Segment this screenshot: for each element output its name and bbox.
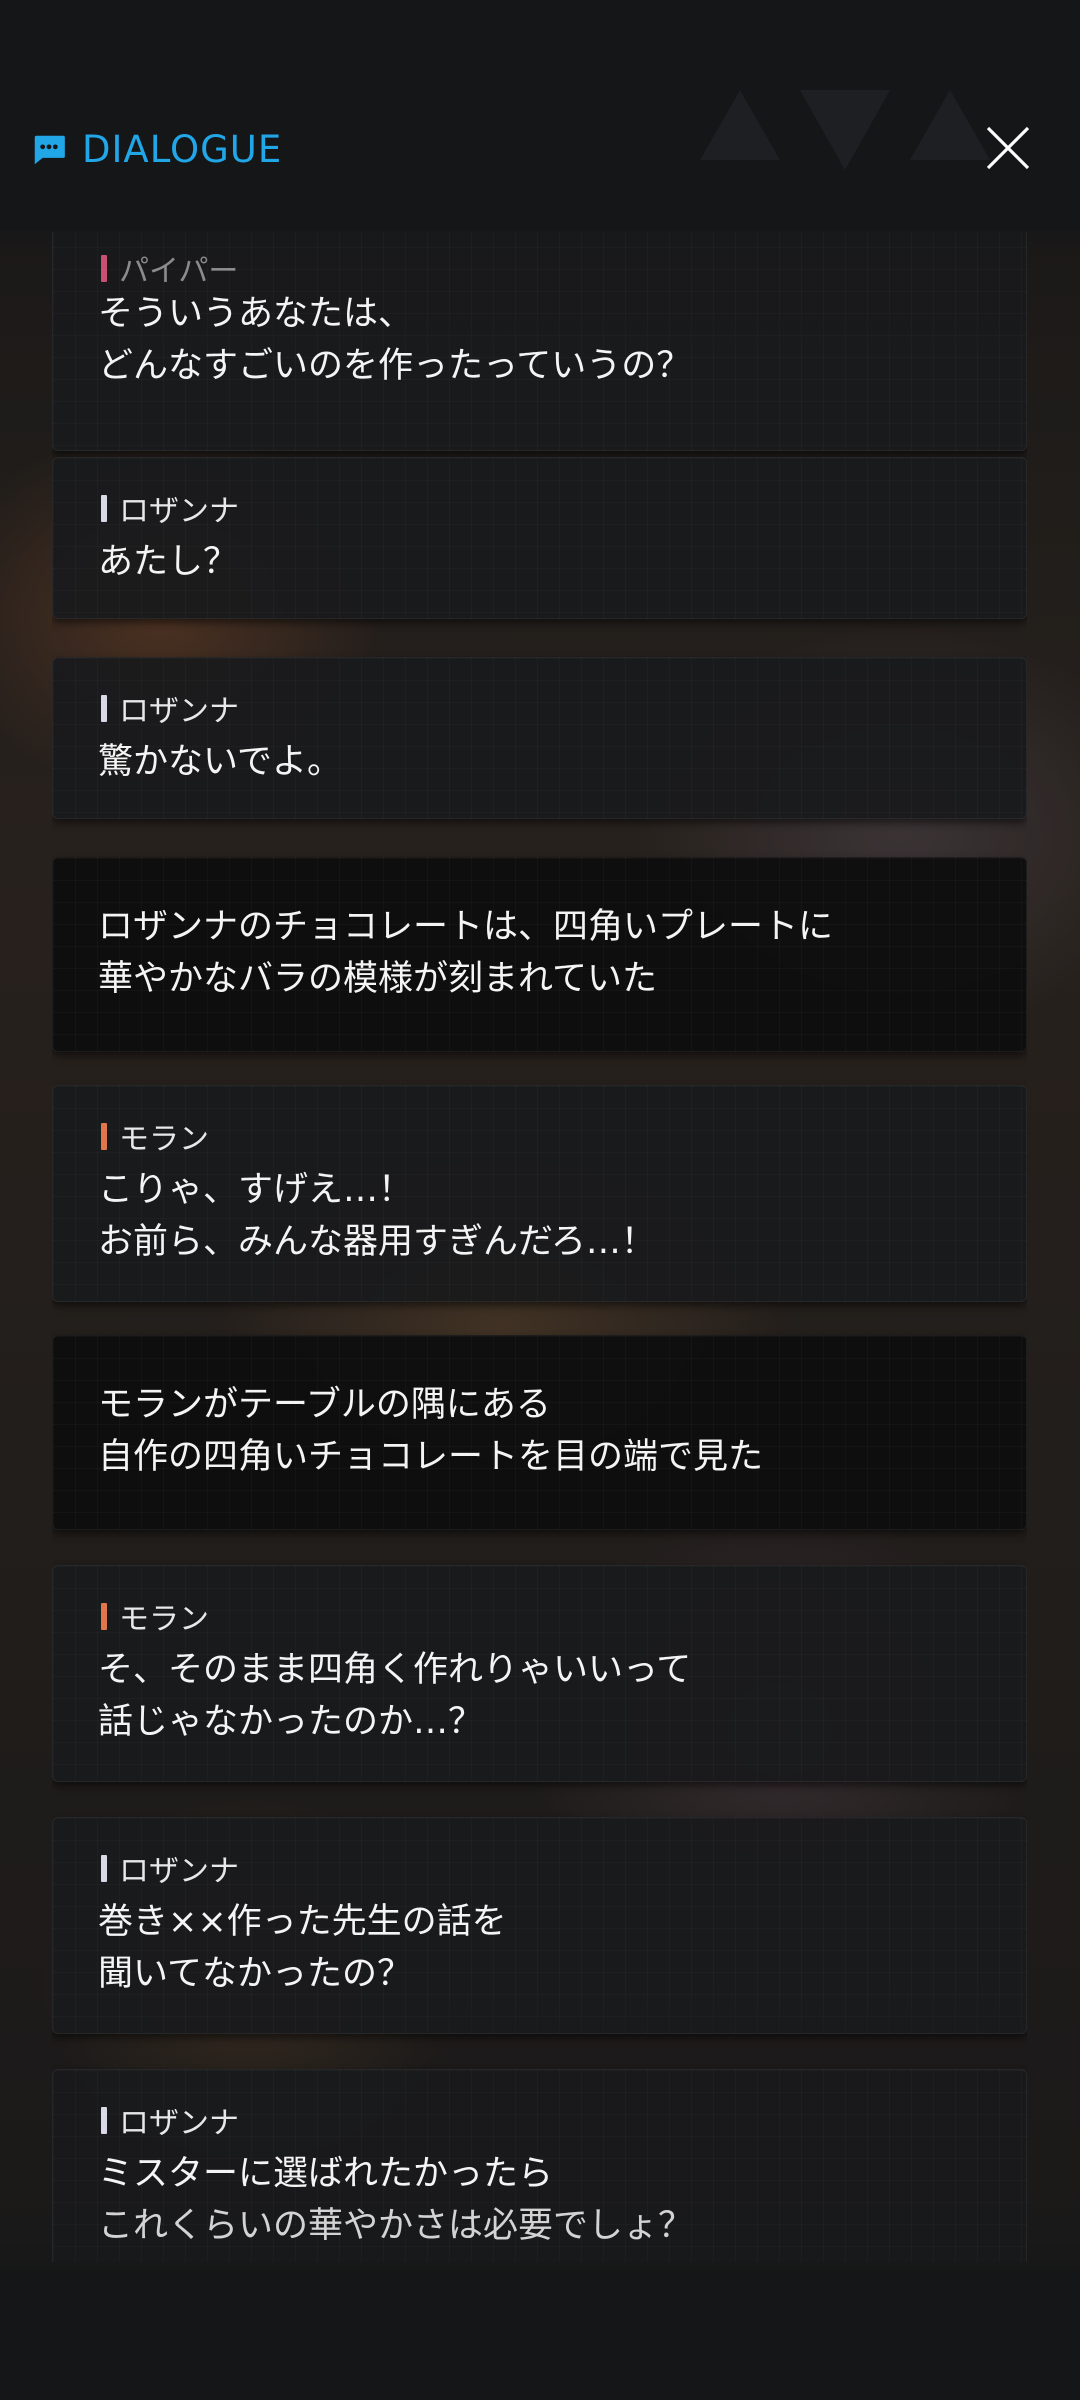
dialogue-title: DIALOGUE	[82, 128, 283, 171]
speaker-label: モラン	[101, 1594, 209, 1638]
dialogue-line: 聞いてなかったの？	[98, 1954, 412, 1994]
speaker-color-bar	[101, 1602, 107, 1630]
dialogue-line: どんなすごいのを作ったっていうの？	[98, 346, 692, 386]
speaker-name: ロザンナ	[119, 494, 239, 529]
close-icon	[986, 126, 1030, 170]
speaker-color-bar	[101, 1854, 107, 1882]
dialogue-line: ミスターに選ばれたかったら	[98, 2154, 554, 2194]
speaker-label: ロザンナ	[101, 486, 239, 530]
dialogue-card: モラン そ、そのまま四角く作れりゃいいって 話じゃなかったのか…？	[52, 1565, 1027, 1782]
speaker-label: ロザンナ	[101, 2098, 239, 2142]
dialogue-card: パイパー そういうあなたは、 どんなすごいのを作ったっていうの？	[52, 232, 1027, 451]
narration-line: ロザンナのチョコレートは、四角いプレートに	[98, 907, 834, 947]
dialogue-line: こりゃ、すげえ…！	[98, 1170, 414, 1210]
narration-card: ロザンナのチョコレートは、四角いプレートに 華やかなバラの模様が刻まれていた	[52, 857, 1027, 1052]
speaker-name: パイパー	[119, 254, 239, 289]
speaker-color-bar	[101, 694, 107, 722]
speaker-color-bar	[101, 494, 107, 522]
speaker-name: モラン	[119, 1122, 209, 1157]
speaker-name: ロザンナ	[119, 694, 239, 729]
narration-line: 華やかなバラの模様が刻まれていた	[98, 959, 657, 999]
speaker-name: モラン	[119, 1602, 209, 1637]
dialogue-log-list[interactable]: パイパー そういうあなたは、 どんなすごいのを作ったっていうの？ ロザンナ あた…	[52, 232, 1027, 2262]
dialogue-card: モラン こりゃ、すげえ…！ お前ら、みんな器用すぎんだろ…！	[52, 1085, 1027, 1302]
dialogue-header: DIALOGUE	[0, 120, 1080, 180]
narration-card: モランがテーブルの隅にある 自作の四角いチョコレートを目の端で見た	[52, 1335, 1027, 1530]
speaker-label: モラン	[101, 1114, 209, 1158]
dialogue-line: 話じゃなかったのか…？	[98, 1702, 484, 1742]
dialogue-card: ロザンナ あたし？	[52, 457, 1027, 619]
dialogue-title-group: DIALOGUE	[30, 128, 282, 171]
narration-line: モランがテーブルの隅にある	[98, 1385, 551, 1425]
speaker-color-bar	[101, 254, 107, 282]
speaker-color-bar	[101, 2106, 107, 2134]
speaker-label: パイパー	[101, 246, 238, 290]
dialogue-card: ロザンナ ミスターに選ばれたかったら これくらいの華やかさは必要でしょ？	[52, 2069, 1027, 2262]
dialogue-line: そういうあなたは、	[98, 294, 414, 334]
dialogue-line: あたし？	[98, 542, 239, 582]
dialogue-card: ロザンナ 驚かないでよ。	[52, 657, 1027, 819]
close-button[interactable]	[980, 120, 1036, 176]
chat-bubble-icon	[30, 131, 68, 169]
dialogue-card: ロザンナ 巻き××作った先生の話を 聞いてなかったの？	[52, 1817, 1027, 2034]
dialogue-line: 驚かないでよ。	[98, 742, 342, 782]
dialogue-line: 巻き××作った先生の話を	[98, 1902, 507, 1942]
speaker-label: ロザンナ	[101, 1846, 239, 1890]
dialogue-line: お前ら、みんな器用すぎんだろ…！	[98, 1222, 656, 1262]
speaker-name: ロザンナ	[119, 2106, 239, 2141]
dialogue-line: そ、そのまま四角く作れりゃいいって	[98, 1650, 692, 1690]
speaker-label: ロザンナ	[101, 686, 239, 730]
narration-line: 自作の四角いチョコレートを目の端で見た	[98, 1437, 764, 1477]
dialogue-line: これくらいの華やかさは必要でしょ？	[98, 2206, 694, 2246]
speaker-color-bar	[101, 1122, 107, 1150]
speaker-name: ロザンナ	[119, 1854, 239, 1889]
